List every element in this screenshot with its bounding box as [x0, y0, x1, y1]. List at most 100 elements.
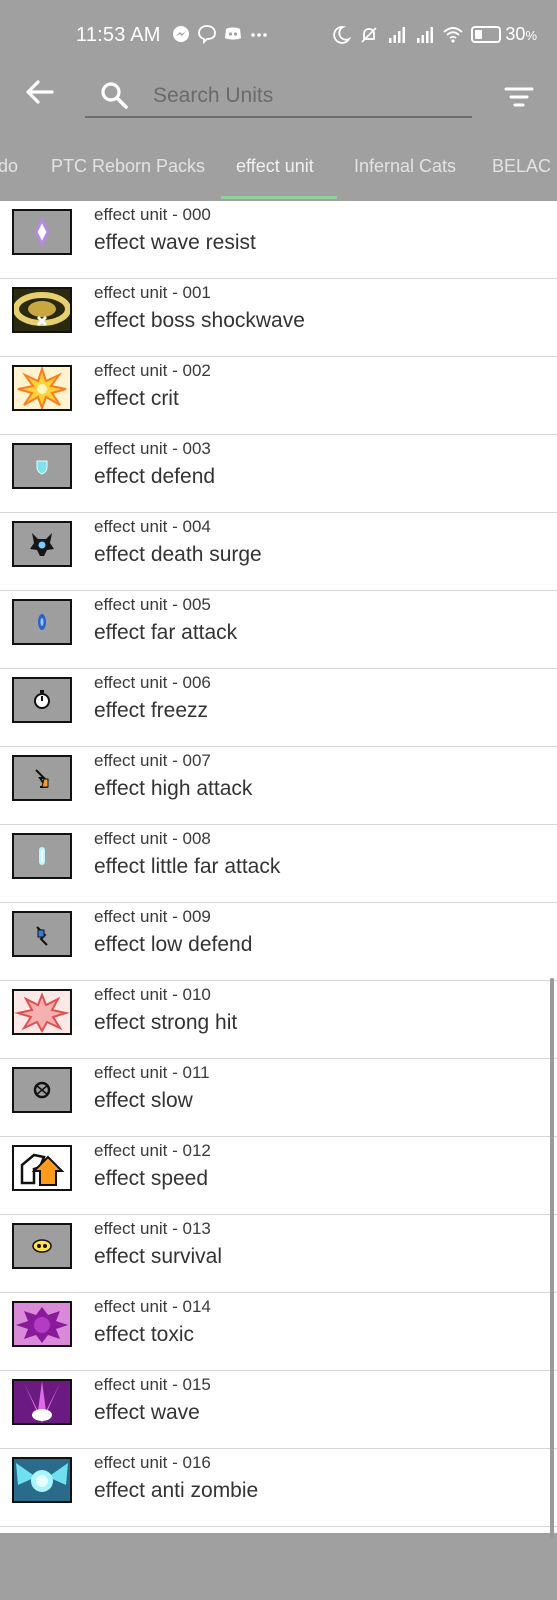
defend-icon [12, 443, 72, 489]
unit-name: effect survival [94, 1245, 222, 1268]
unit-code: effect unit - 002 [94, 361, 211, 380]
battery-indicator: 30% [471, 24, 537, 45]
list-item[interactable]: effect unit - 009 effect low defend [0, 903, 557, 981]
tab-effect-unit[interactable]: effect unit [236, 156, 314, 177]
list-item[interactable]: effect unit - 005 effect far attack [0, 591, 557, 669]
unit-code: effect unit - 010 [94, 985, 211, 1004]
survival-icon [12, 1223, 72, 1269]
list-item[interactable]: effect unit - 014 effect toxic [0, 1293, 557, 1371]
list-scrollbar[interactable] [550, 978, 554, 1538]
battery-percent: 30% [505, 24, 537, 44]
death-surge-icon [12, 521, 72, 567]
list-item[interactable]: effect unit - 011 effect slow [0, 1059, 557, 1137]
arrow-left-icon [26, 80, 54, 104]
unit-name: effect crit [94, 387, 179, 410]
wave-resist-icon [12, 209, 72, 255]
unit-name: effect low defend [94, 933, 253, 956]
unit-list[interactable]: effect unit - 000 effect wave resist eff… [0, 201, 557, 1533]
signal-icon [417, 26, 434, 43]
list-item[interactable]: effect unit - 008 effect little far atta… [0, 825, 557, 903]
unit-name: effect little far attack [94, 855, 281, 878]
filter-icon [504, 87, 534, 107]
search-icon [101, 82, 128, 109]
unit-code: effect unit - 000 [94, 205, 211, 224]
list-item[interactable]: effect unit - 016 effect anti zombie [0, 1449, 557, 1527]
list-item[interactable]: effect unit - 013 effect survival [0, 1215, 557, 1293]
unit-name: effect speed [94, 1167, 209, 1190]
viber-icon [198, 25, 216, 44]
list-item[interactable]: effect unit - 003 effect defend [0, 435, 557, 513]
search-input[interactable] [151, 79, 465, 113]
freeze-icon [12, 677, 72, 723]
crit-icon [12, 365, 72, 411]
back-button[interactable] [22, 74, 58, 110]
boss-shockwave-icon [12, 287, 72, 333]
wifi-icon [443, 26, 464, 43]
moon-icon [333, 25, 352, 44]
tab-do[interactable]: do [0, 156, 18, 177]
wave-icon [12, 1379, 72, 1425]
tab-infernal-cats[interactable]: Infernal Cats [354, 156, 456, 177]
list-item[interactable]: effect unit - 012 effect speed [0, 1137, 557, 1215]
more-dots-icon [251, 33, 267, 37]
unit-code: effect unit - 015 [94, 1375, 211, 1394]
unit-code: effect unit - 009 [94, 907, 211, 926]
unit-name: effect anti zombie [94, 1479, 259, 1502]
slow-icon [12, 1067, 72, 1113]
discord-icon [225, 27, 241, 40]
status-time: 11:53 AM [76, 24, 161, 46]
unit-name: effect death surge [94, 543, 262, 566]
toxic-icon [12, 1301, 72, 1347]
signal-icon [389, 26, 406, 43]
notification-icons [171, 24, 269, 44]
unit-code: effect unit - 003 [94, 439, 211, 458]
list-item[interactable]: effect unit - 007 effect high attack [0, 747, 557, 825]
tab-belac-r[interactable]: BELAC R [492, 156, 557, 177]
high-attack-icon [12, 755, 72, 801]
list-item[interactable]: effect unit - 000 effect wave resist [0, 201, 557, 279]
battery-icon [471, 26, 502, 43]
unit-code: effect unit - 016 [94, 1453, 211, 1472]
system-icons: 30% [331, 24, 537, 45]
unit-code: effect unit - 008 [94, 829, 211, 848]
far-attack-icon [12, 599, 72, 645]
unit-code: effect unit - 005 [94, 595, 211, 614]
list-item[interactable]: effect unit - 006 effect freezz [0, 669, 557, 747]
unit-code: effect unit - 004 [94, 517, 211, 536]
unit-name: effect defend [94, 465, 216, 488]
unit-code: effect unit - 011 [94, 1063, 210, 1082]
list-item[interactable]: effect unit - 004 effect death surge [0, 513, 557, 591]
unit-code: effect unit - 006 [94, 673, 211, 692]
little-far-attack-icon [12, 833, 72, 879]
bell-off-icon [361, 26, 378, 43]
unit-name: effect toxic [94, 1323, 194, 1346]
unit-name: effect slow [94, 1089, 193, 1112]
filter-button[interactable] [502, 80, 536, 114]
list-item[interactable]: effect unit - 010 effect strong hit [0, 981, 557, 1059]
search-bar[interactable] [85, 76, 472, 118]
unit-name: effect freezz [94, 699, 209, 722]
status-bar: 11:53 AM 30% [0, 0, 557, 72]
anti-zombie-icon [12, 1457, 72, 1503]
messenger-icon [173, 26, 189, 42]
unit-code: effect unit - 007 [94, 751, 211, 770]
unit-code: effect unit - 012 [94, 1141, 211, 1160]
unit-code: effect unit - 014 [94, 1297, 211, 1316]
strong-hit-icon [12, 989, 72, 1035]
unit-name: effect wave resist [94, 231, 256, 254]
low-defend-icon [12, 911, 72, 957]
speed-icon [12, 1145, 72, 1191]
unit-code: effect unit - 013 [94, 1219, 211, 1238]
category-tabs: do PTC Reborn Packs effect unit Infernal… [0, 140, 557, 200]
unit-code: effect unit - 001 [94, 283, 211, 302]
unit-name: effect high attack [94, 777, 253, 800]
active-tab-indicator [221, 196, 337, 199]
list-item[interactable]: effect unit - 002 effect crit [0, 357, 557, 435]
unit-name: effect wave [94, 1401, 200, 1424]
unit-name: effect boss shockwave [94, 309, 305, 332]
unit-name: effect strong hit [94, 1011, 238, 1034]
unit-name: effect far attack [94, 621, 238, 644]
list-item[interactable]: effect unit - 015 effect wave [0, 1371, 557, 1449]
tab-ptc-reborn-packs[interactable]: PTC Reborn Packs [51, 156, 205, 177]
list-item[interactable]: effect unit - 001 effect boss shockwave [0, 279, 557, 357]
